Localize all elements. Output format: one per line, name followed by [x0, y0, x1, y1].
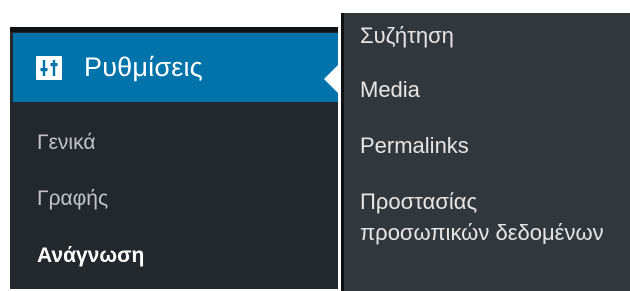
flyout-left-divider: [341, 13, 344, 291]
settings-sliders-icon: [34, 55, 64, 81]
flyout-item-media[interactable]: Media: [360, 75, 420, 106]
submenu-item-general[interactable]: Γενικά: [37, 131, 95, 155]
sidebar-item-settings-label: Ρυθμίσεις: [84, 52, 203, 82]
flyout-item-permalinks[interactable]: Permalinks: [360, 131, 469, 162]
admin-sidebar: Ρυθμίσεις Γενικά Γραφής Ανάγνωση: [10, 27, 338, 289]
settings-flyout-menu: Συζήτηση Media Permalinks Προστασίας προ…: [341, 13, 630, 291]
flyout-pointer: [324, 65, 338, 93]
flyout-item-discussion[interactable]: Συζήτηση: [360, 21, 454, 52]
flyout-item-privacy[interactable]: Προστασίας προσωπικών δεδομένων: [360, 187, 610, 249]
submenu-item-writing[interactable]: Γραφής: [37, 187, 108, 211]
sidebar-item-settings[interactable]: Ρυθμίσεις: [13, 33, 338, 102]
sidebar-top-divider: [10, 27, 338, 32]
submenu-item-reading[interactable]: Ανάγνωση: [37, 244, 144, 268]
